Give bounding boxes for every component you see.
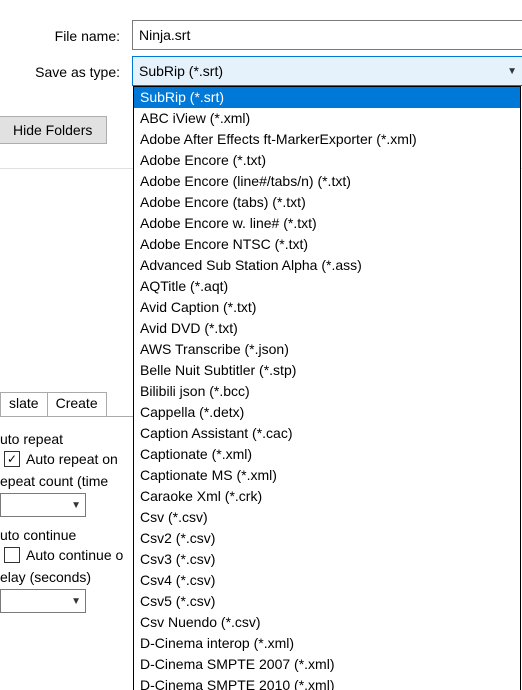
dropdown-option[interactable]: AWS Transcribe (*.json) xyxy=(134,339,520,360)
dropdown-option[interactable]: Adobe Encore (line#/tabs/n) (*.txt) xyxy=(134,171,520,192)
auto-continue-checkbox[interactable] xyxy=(4,547,20,563)
dropdown-option[interactable]: D-Cinema interop (*.xml) xyxy=(134,633,520,654)
dropdown-option[interactable]: Adobe Encore NTSC (*.txt) xyxy=(134,234,520,255)
dropdown-option[interactable]: Adobe Encore (*.txt) xyxy=(134,150,520,171)
chevron-down-icon: ▼ xyxy=(71,500,81,511)
dropdown-option[interactable]: SubRip (*.srt) xyxy=(134,87,520,108)
dropdown-option[interactable]: Adobe Encore (tabs) (*.txt) xyxy=(134,192,520,213)
dropdown-option[interactable]: Bilibili json (*.bcc) xyxy=(134,381,520,402)
dropdown-option[interactable]: Csv Nuendo (*.csv) xyxy=(134,612,520,633)
dropdown-option[interactable]: Csv3 (*.csv) xyxy=(134,549,520,570)
save-as-type-dropdown[interactable]: SubRip (*.srt)ABC iView (*.xml)Adobe Aft… xyxy=(133,86,521,690)
tabs-row: slate Create xyxy=(0,392,150,417)
dropdown-option[interactable]: Caption Assistant (*.cac) xyxy=(134,423,520,444)
auto-continue-checkbox-label: Auto continue o xyxy=(26,547,123,563)
tab-create[interactable]: Create xyxy=(47,392,107,416)
dropdown-option[interactable]: Csv (*.csv) xyxy=(134,507,520,528)
dropdown-option[interactable]: D-Cinema SMPTE 2007 (*.xml) xyxy=(134,654,520,675)
dropdown-option[interactable]: Avid Caption (*.txt) xyxy=(134,297,520,318)
save-as-type-combobox[interactable]: SubRip (*.srt) ▼ xyxy=(132,56,522,86)
chevron-down-icon: ▼ xyxy=(71,596,81,607)
dropdown-option[interactable]: Adobe Encore w. line# (*.txt) xyxy=(134,213,520,234)
file-name-input[interactable] xyxy=(132,20,522,50)
dropdown-option[interactable]: ABC iView (*.xml) xyxy=(134,108,520,129)
auto-repeat-checkbox-label: Auto repeat on xyxy=(26,451,118,467)
dropdown-option[interactable]: Cappella (*.detx) xyxy=(134,402,520,423)
hide-folders-button[interactable]: Hide Folders xyxy=(0,116,107,144)
dropdown-option[interactable]: Csv2 (*.csv) xyxy=(134,528,520,549)
dropdown-option[interactable]: Adobe After Effects ft-MarkerExporter (*… xyxy=(134,129,520,150)
tab-translate[interactable]: slate xyxy=(0,392,48,416)
chevron-down-icon: ▼ xyxy=(507,66,517,77)
dropdown-option[interactable]: Csv5 (*.csv) xyxy=(134,591,520,612)
delay-seconds-label: elay (seconds) xyxy=(0,569,150,585)
dropdown-option[interactable]: Belle Nuit Subtitler (*.stp) xyxy=(134,360,520,381)
save-as-type-label: Save as type: xyxy=(0,64,120,80)
dropdown-option[interactable]: Captionate MS (*.xml) xyxy=(134,465,520,486)
dropdown-option[interactable]: AQTitle (*.aqt) xyxy=(134,276,520,297)
dropdown-option[interactable]: Captionate (*.xml) xyxy=(134,444,520,465)
dropdown-option[interactable]: Caraoke Xml (*.crk) xyxy=(134,486,520,507)
file-name-label: File name: xyxy=(0,28,120,44)
auto-continue-title: uto continue xyxy=(0,527,150,543)
repeat-count-label: epeat count (time xyxy=(0,473,150,489)
dropdown-option[interactable]: Advanced Sub Station Alpha (*.ass) xyxy=(134,255,520,276)
auto-repeat-title: uto repeat xyxy=(0,431,150,447)
dropdown-option[interactable]: Csv4 (*.csv) xyxy=(134,570,520,591)
save-as-type-selected: SubRip (*.srt) xyxy=(139,63,223,79)
dropdown-option[interactable]: D-Cinema SMPTE 2010 (*.xml) xyxy=(134,675,520,690)
delay-seconds-select[interactable]: ▼ xyxy=(0,589,86,613)
dropdown-option[interactable]: Avid DVD (*.txt) xyxy=(134,318,520,339)
repeat-count-select[interactable]: ▼ xyxy=(0,493,86,517)
auto-repeat-checkbox[interactable]: ✓ xyxy=(4,451,20,467)
